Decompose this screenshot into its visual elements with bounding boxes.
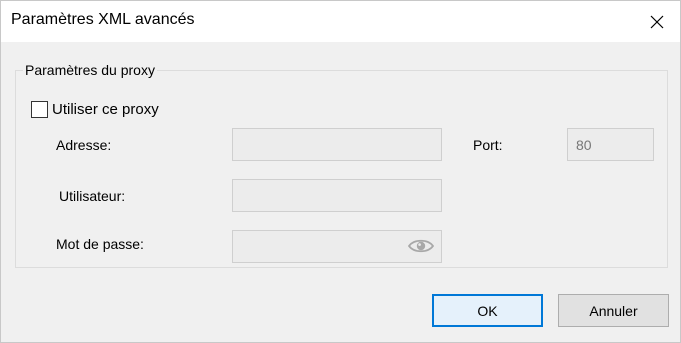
user-input[interactable] (232, 179, 442, 212)
port-label: Port: (473, 137, 503, 153)
use-proxy-label[interactable]: Utiliser ce proxy (52, 101, 159, 118)
use-proxy-checkbox[interactable]: Utiliser ce proxy (31, 101, 159, 118)
dialog-window: Paramètres XML avancés Paramètres du pro… (0, 0, 681, 343)
eye-icon[interactable] (407, 237, 435, 255)
use-proxy-checkbox-box[interactable] (31, 101, 48, 118)
password-label: Mot de passe: (56, 236, 144, 252)
ok-button[interactable]: OK (432, 294, 543, 327)
user-label: Utilisateur: (59, 188, 126, 204)
window-title: Paramètres XML avancés (11, 11, 195, 28)
port-input[interactable] (567, 128, 654, 161)
close-button[interactable] (634, 1, 680, 42)
proxy-groupbox-legend: Paramètres du proxy (23, 62, 157, 78)
cancel-button[interactable]: Annuler (558, 294, 669, 327)
address-label: Adresse: (56, 137, 112, 153)
title-bar: Paramètres XML avancés (1, 1, 680, 42)
address-input[interactable] (232, 128, 442, 161)
close-icon (650, 15, 664, 28)
